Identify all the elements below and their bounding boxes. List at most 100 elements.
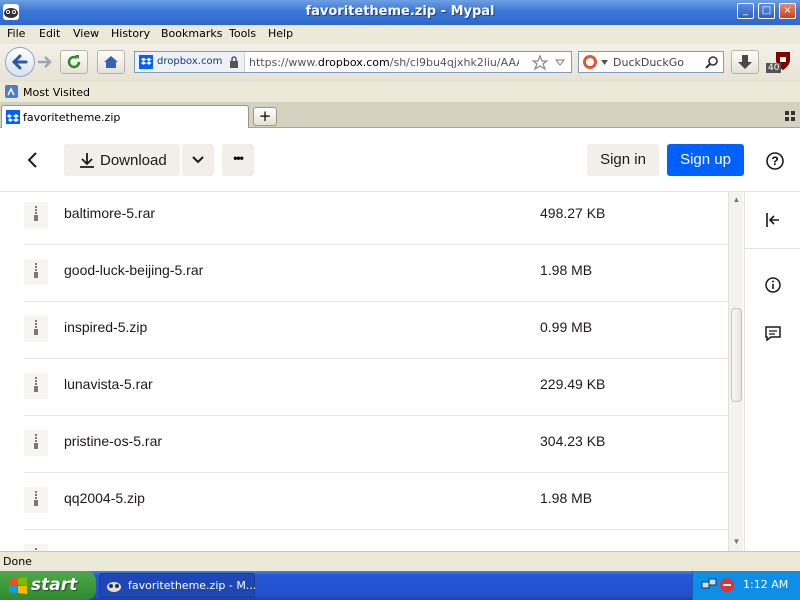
zip-file-icon	[24, 316, 48, 342]
url-text[interactable]: https://www.dropbox.com/sh/cl9bu4qjxhk2l…	[249, 56, 519, 69]
mypal-app-icon	[107, 582, 121, 592]
menu-help[interactable]: Help	[268, 27, 293, 40]
comments-button[interactable]	[763, 323, 783, 343]
addon-button[interactable]: 40	[764, 50, 794, 74]
menu-file[interactable]: File	[7, 27, 25, 40]
file-size: 0.99 MB	[540, 319, 593, 335]
taskbar-item-label: favoritetheme.zip - M...	[128, 579, 257, 592]
file-row[interactable]: good-luck-beijing-5.rar 1.98 MB	[24, 245, 728, 302]
zip-file-icon	[24, 373, 48, 399]
download-button[interactable]: Download	[64, 144, 180, 176]
search-icon[interactable]	[705, 55, 719, 69]
file-row[interactable]: lunavista-5.rar 229.49 KB	[24, 359, 728, 416]
vertical-scrollbar[interactable]: ▲ ▼	[728, 192, 743, 551]
url-bar[interactable]: dropbox.com https://www.dropbox.com/sh/c…	[134, 51, 572, 73]
zip-file-icon	[24, 430, 48, 456]
info-button[interactable]	[763, 275, 783, 295]
file-name[interactable]: pristine-os-5.rar	[64, 433, 162, 449]
url-dropdown-icon[interactable]	[555, 59, 565, 67]
file-name[interactable]: qq2004-5.zip	[64, 490, 145, 506]
search-engine-dropdown-icon[interactable]	[601, 60, 608, 65]
file-name[interactable]: lunavista-5.rar	[64, 376, 153, 392]
file-row-partial[interactable]	[24, 530, 728, 551]
scroll-down-arrow[interactable]: ▼	[730, 535, 743, 549]
close-button[interactable]: ×	[779, 3, 796, 19]
minimize-button[interactable]: _	[737, 3, 754, 19]
back-arrow-icon	[11, 54, 28, 70]
status-bar: Done	[0, 551, 800, 571]
sign-up-button[interactable]: Sign up	[667, 144, 744, 176]
menu-view[interactable]: View	[73, 27, 99, 40]
bookmark-most-visited[interactable]: Most Visited	[23, 86, 90, 99]
collapse-left-icon	[766, 213, 779, 227]
chevron-left-icon	[27, 152, 37, 168]
chevron-down-icon	[192, 156, 204, 164]
search-bar[interactable]: DuckDuckGo	[578, 51, 724, 73]
tab-grid-icon[interactable]	[785, 111, 795, 121]
menu-bookmarks[interactable]: Bookmarks	[161, 27, 222, 40]
start-label: start	[31, 575, 78, 595]
panel-divider	[745, 248, 800, 249]
menu-edit[interactable]: Edit	[39, 27, 60, 40]
more-dots-icon: •••	[233, 151, 244, 165]
menu-tools[interactable]: Tools	[229, 27, 256, 40]
sign-in-button[interactable]: Sign in	[587, 144, 659, 176]
file-row[interactable]: qq2004-5.zip 1.98 MB	[24, 473, 728, 530]
status-text: Done	[3, 555, 32, 568]
info-icon	[765, 277, 781, 293]
file-size: 498.27 KB	[540, 205, 606, 221]
file-size: 1.98 MB	[540, 490, 593, 506]
side-panel	[744, 192, 800, 551]
duckduckgo-icon[interactable]	[582, 54, 598, 70]
network-icon[interactable]	[701, 577, 717, 593]
file-list: baltimore-5.rar 498.27 KB good-luck-beij…	[0, 192, 728, 551]
tab-strip: favoritetheme.zip +	[0, 102, 800, 129]
tab-favoritetheme[interactable]: favoritetheme.zip	[1, 105, 249, 129]
download-options-button[interactable]	[182, 144, 214, 176]
file-name[interactable]: baltimore-5.rar	[64, 205, 155, 221]
comment-icon	[765, 326, 781, 342]
downloads-button[interactable]	[731, 50, 759, 74]
file-size: 304.23 KB	[540, 433, 606, 449]
collapse-panel-button[interactable]	[763, 210, 783, 230]
dropbox-page: Download ••• Sign in Sign up ? baltimore…	[0, 128, 800, 551]
file-name[interactable]: good-luck-beijing-5.rar	[64, 262, 203, 278]
reload-button[interactable]	[60, 50, 88, 74]
security-shield-icon[interactable]	[719, 577, 735, 593]
new-tab-button[interactable]: +	[253, 107, 277, 126]
search-placeholder: DuckDuckGo	[613, 56, 684, 69]
back-button[interactable]	[5, 47, 35, 77]
addon-badge: 40	[766, 63, 782, 73]
tab-label: favoritetheme.zip	[23, 111, 121, 124]
site-identity-label: dropbox.com	[157, 56, 223, 67]
file-row[interactable]: inspired-5.zip 0.99 MB	[24, 302, 728, 359]
file-row[interactable]: pristine-os-5.rar 304.23 KB	[24, 416, 728, 473]
bookmarks-toolbar: Most Visited	[0, 82, 800, 102]
home-button[interactable]	[97, 50, 125, 74]
more-actions-button[interactable]: •••	[222, 144, 254, 176]
reload-icon	[67, 55, 81, 69]
scroll-up-arrow[interactable]: ▲	[730, 193, 743, 207]
bookmark-star-icon[interactable]	[531, 54, 549, 72]
page-back-button[interactable]	[22, 148, 42, 172]
start-button[interactable]: start	[0, 571, 96, 600]
windows-logo-icon	[9, 577, 27, 594]
zip-file-icon	[24, 259, 48, 285]
menu-history[interactable]: History	[111, 27, 150, 40]
file-name[interactable]: inspired-5.zip	[64, 319, 147, 335]
window-title-bar[interactable]: favoritetheme.zip - Mypal _ □ ×	[0, 0, 800, 25]
lock-icon	[230, 56, 238, 68]
page-header: Download ••• Sign in Sign up ?	[0, 128, 800, 192]
maximize-button[interactable]: □	[758, 3, 775, 19]
download-label: Download	[100, 152, 167, 169]
forward-button[interactable]	[36, 54, 54, 70]
clock: 1:12 AM	[743, 578, 789, 591]
site-identity-button[interactable]: dropbox.com	[135, 52, 245, 72]
file-row[interactable]: baltimore-5.rar 498.27 KB	[24, 192, 728, 245]
scroll-thumb[interactable]	[731, 308, 742, 402]
forward-arrow-icon	[38, 56, 52, 68]
help-button[interactable]: ?	[764, 150, 786, 172]
taskbar-item-mypal[interactable]: favoritetheme.zip - M...	[99, 573, 257, 598]
zip-file-icon	[24, 202, 48, 228]
navigation-toolbar: dropbox.com https://www.dropbox.com/sh/c…	[0, 44, 800, 82]
